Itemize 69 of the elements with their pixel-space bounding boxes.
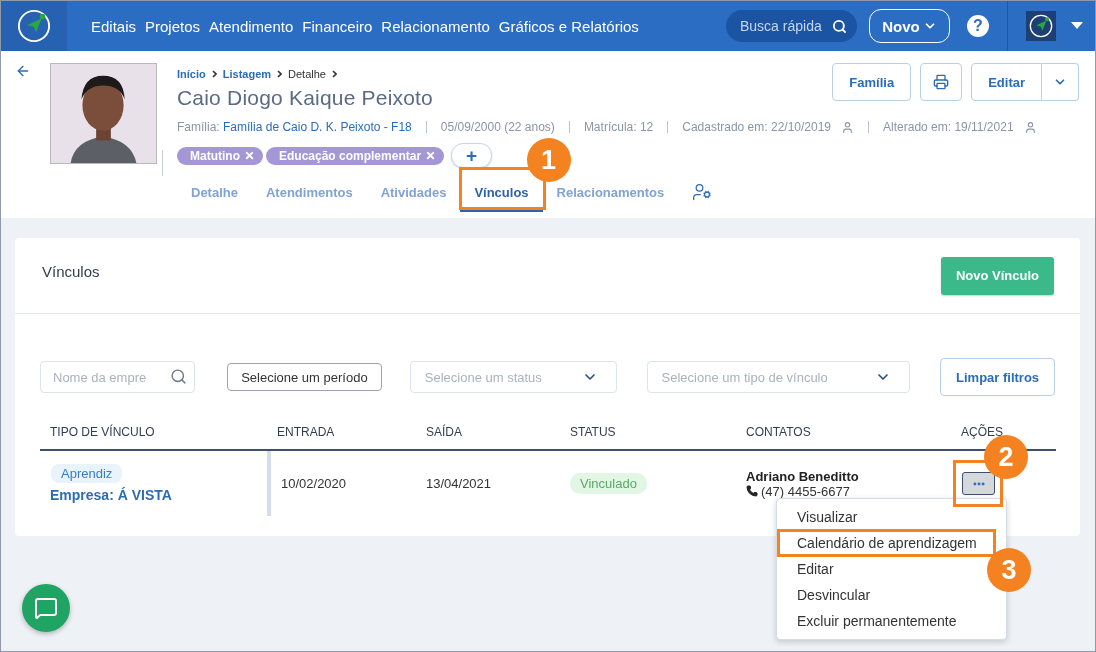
help-button[interactable]: ? bbox=[967, 15, 989, 37]
meta-text: 05/09/2000 (22 anos) bbox=[440, 120, 555, 134]
chevron-right-icon bbox=[211, 70, 217, 78]
search-icon bbox=[170, 368, 187, 385]
contact-phone: (47) 4455-6677 bbox=[761, 483, 850, 499]
type-tag: Aprendiz bbox=[51, 464, 123, 483]
nav-link[interactable]: Gráficos e Relatórios bbox=[498, 17, 639, 35]
add-tag-button[interactable]: + bbox=[451, 143, 493, 168]
chevron-right-icon bbox=[331, 70, 337, 78]
close-icon[interactable] bbox=[244, 150, 255, 161]
user-gear-icon[interactable] bbox=[692, 182, 713, 202]
quick-search-field[interactable]: Busca rápida bbox=[726, 10, 857, 42]
edit-button[interactable]: Editar bbox=[971, 63, 1042, 101]
tab[interactable]: Atividades bbox=[366, 185, 461, 212]
menu-item[interactable]: Editar bbox=[797, 558, 834, 580]
company-search-field[interactable]: Nome da empre bbox=[40, 361, 195, 393]
menu-item[interactable]: Calendário de aprendizagem bbox=[797, 532, 977, 554]
menu-item[interactable]: Desvincular bbox=[797, 584, 871, 606]
company-link[interactable]: Empresa: Á VISTA bbox=[50, 487, 257, 503]
meta-text: Cadastrado em: 22/10/2019 bbox=[682, 120, 832, 134]
breadcrumb-link[interactable]: Início bbox=[177, 68, 206, 80]
breadcrumb-link[interactable]: Listagem bbox=[222, 68, 272, 80]
step-number: 1 bbox=[526, 138, 571, 182]
search-icon bbox=[832, 18, 847, 34]
person-name: Caio Diogo Kaique Peixoto bbox=[177, 86, 433, 110]
chat-bubble-icon bbox=[34, 596, 58, 620]
period-button[interactable]: Selecione um período bbox=[227, 363, 382, 391]
column-header: STATUS bbox=[560, 425, 736, 451]
printer-icon bbox=[933, 74, 950, 90]
breadcrumb-link[interactable]: Detalhe bbox=[288, 68, 326, 80]
chevron-right-icon bbox=[277, 70, 283, 78]
column-header: SAÍDA bbox=[416, 425, 560, 451]
family-button[interactable]: Família bbox=[832, 63, 912, 101]
column-header: ENTRADA bbox=[267, 425, 416, 451]
step-number: 3 bbox=[987, 548, 1031, 592]
meta-text: Matrícula: 12 bbox=[583, 120, 654, 134]
clear-filters-button[interactable]: Limpar filtros bbox=[940, 358, 1055, 396]
arrow-circle-icon bbox=[1029, 14, 1053, 38]
menu-item[interactable]: Excluir permanentemente bbox=[797, 610, 957, 632]
table-cell-text: 10/02/2020 bbox=[281, 476, 348, 491]
menu-item[interactable]: Visualizar bbox=[797, 506, 858, 528]
column-header: TIPO DE VÍNCULO bbox=[40, 425, 267, 451]
tab[interactable]: Vínculos bbox=[460, 185, 543, 212]
new-button[interactable]: Novo bbox=[869, 9, 950, 43]
nav-link[interactable]: Atendimento bbox=[209, 17, 294, 35]
table-cell-text: 13/04/2021 bbox=[426, 476, 493, 491]
user-icon bbox=[1023, 120, 1037, 134]
print-button[interactable] bbox=[920, 63, 963, 101]
chat-button[interactable] bbox=[22, 584, 70, 632]
nav-link[interactable]: Financeiro bbox=[302, 17, 373, 35]
caret-icon[interactable] bbox=[1071, 22, 1083, 30]
account-avatar[interactable] bbox=[1026, 11, 1056, 41]
family-link[interactable]: Família de Caio D. K. Peixoto - F18 bbox=[223, 120, 412, 134]
tag-chip: Educação complementar bbox=[266, 146, 445, 165]
meta-text: Alterado em: 19/11/2021 bbox=[883, 120, 1014, 134]
contact-name: Adriano Beneditto bbox=[746, 468, 860, 484]
status-badge: Vinculado bbox=[570, 473, 647, 494]
close-icon[interactable] bbox=[425, 150, 437, 161]
phone-icon bbox=[746, 485, 758, 497]
nav-link[interactable]: Projetos bbox=[145, 17, 201, 35]
tag-chip: Matutino bbox=[177, 146, 263, 165]
arrow-circle-icon bbox=[17, 9, 51, 43]
more-actions-button[interactable] bbox=[962, 472, 995, 495]
nav-link[interactable]: Editais bbox=[91, 17, 137, 35]
user-icon bbox=[841, 120, 855, 134]
section-title: Vínculos bbox=[42, 263, 100, 280]
nav-link[interactable]: Relacionamento bbox=[381, 17, 490, 35]
family-label: Família: bbox=[177, 120, 220, 134]
column-header: CONTATOS bbox=[736, 425, 961, 451]
